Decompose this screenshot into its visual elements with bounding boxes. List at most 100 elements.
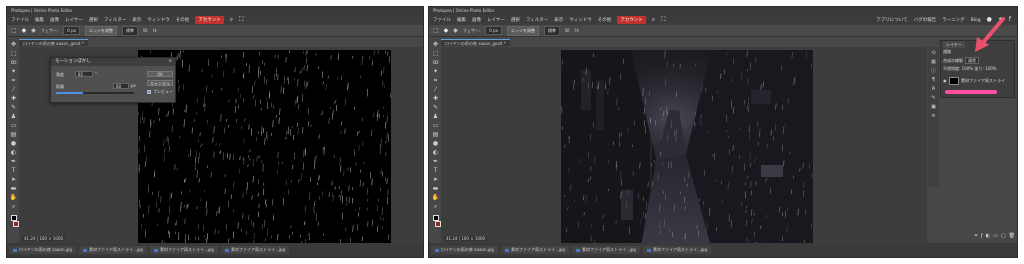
- magic-wand-icon[interactable]: ✦: [432, 69, 440, 75]
- delete-layer-icon[interactable]: 🗑: [1009, 233, 1015, 239]
- dodge-tool-icon[interactable]: ◐: [10, 150, 18, 156]
- feather-input[interactable]: 0 px: [485, 26, 503, 35]
- fill-value[interactable]: 100%: [985, 66, 996, 71]
- history-icon[interactable]: ⟲: [931, 50, 935, 56]
- menu-file[interactable]: ファイル: [433, 17, 451, 23]
- move-tool-icon[interactable]: ✥: [10, 42, 18, 48]
- effects-icon[interactable]: ƒ: [981, 233, 983, 239]
- search-icon[interactable]: ⌕: [652, 17, 655, 23]
- eraser-icon[interactable]: ▭: [10, 123, 18, 129]
- search-icon[interactable]: ⌕: [230, 17, 233, 23]
- facebook-icon[interactable]: f: [1009, 17, 1011, 23]
- angle-input[interactable]: 85: [75, 71, 93, 77]
- refine-edge-button[interactable]: エッジを調整: [85, 25, 118, 36]
- hand-tool-icon[interactable]: ✋: [432, 195, 440, 201]
- menu-filter[interactable]: フィルター: [104, 17, 126, 23]
- magic-wand-icon[interactable]: ✦: [10, 69, 18, 75]
- css-icon[interactable]: ≡: [931, 113, 935, 119]
- menu-more[interactable]: その他: [598, 17, 612, 23]
- lasso-tool-icon[interactable]: ꝏ: [10, 60, 18, 66]
- style-select[interactable]: 標準: [122, 25, 139, 36]
- document-tab[interactable]: ロイヤンの雨の夜 aaaon_good *: [19, 39, 88, 46]
- bottom-file-tab[interactable]: 素材ファイア雨ストライ...jpg: [149, 246, 218, 254]
- move-tool-icon[interactable]: ✥: [432, 42, 440, 48]
- marquee-tool-icon[interactable]: ⬚: [10, 51, 18, 57]
- bottom-file-tab[interactable]: ロイヤンの雨の夜 aaaon.jpg: [431, 246, 498, 254]
- blend-mode-select[interactable]: 通常: [965, 57, 979, 64]
- clone-stamp-icon[interactable]: ♟: [432, 114, 440, 120]
- bottom-file-tab[interactable]: 素材ファイア雨ストライ...jpg: [642, 246, 711, 254]
- distance-slider[interactable]: [56, 92, 134, 94]
- blur-tool-icon[interactable]: ●: [10, 141, 18, 147]
- hand-tool-icon[interactable]: ✋: [10, 195, 18, 201]
- healing-brush-icon[interactable]: ✚: [10, 96, 18, 102]
- crop-tool-icon[interactable]: ⌗: [432, 78, 440, 84]
- adjustment-icon[interactable]: ◐: [986, 233, 990, 239]
- swatches-icon[interactable]: ▦: [931, 59, 936, 65]
- pen-tool-icon[interactable]: ✒: [10, 159, 18, 165]
- shape-tool-icon[interactable]: ▬: [10, 186, 18, 192]
- menu-layer[interactable]: レイヤー: [65, 17, 83, 23]
- path-select-icon[interactable]: ➤: [10, 177, 18, 183]
- lasso-tool-icon[interactable]: ꝏ: [432, 60, 440, 66]
- layers-tab[interactable]: レイヤー: [943, 41, 965, 48]
- menu-edit[interactable]: 編集: [457, 17, 466, 23]
- clone-stamp-icon[interactable]: ♟: [10, 114, 18, 120]
- style-select[interactable]: 標準: [544, 25, 561, 36]
- crop-tool-icon[interactable]: ⌗: [10, 78, 18, 84]
- zoom-tool-icon[interactable]: ⌕: [432, 204, 440, 210]
- feather-input[interactable]: 0 px: [63, 26, 81, 35]
- path-select-icon[interactable]: ➤: [432, 177, 440, 183]
- paragraph-icon[interactable]: ¶: [932, 77, 935, 83]
- menu-image[interactable]: 画像: [50, 17, 59, 23]
- selection-mode-icon[interactable]: ◆: [444, 27, 449, 34]
- opacity-value[interactable]: 100%: [962, 66, 973, 71]
- menu-view[interactable]: 表示: [132, 17, 141, 23]
- blur-tool-icon[interactable]: ●: [432, 141, 440, 147]
- eraser-icon[interactable]: ▭: [432, 123, 440, 129]
- refine-edge-button[interactable]: エッジを調整: [507, 25, 540, 36]
- zoom-tool-icon[interactable]: ⌕: [10, 204, 18, 210]
- paths-tab[interactable]: 通路: [943, 49, 951, 55]
- marquee-tool-icon[interactable]: ⬚: [11, 27, 17, 34]
- menu-select[interactable]: 選択: [511, 17, 520, 23]
- account-button[interactable]: アカウント: [195, 16, 224, 24]
- folder-icon[interactable]: ▭: [993, 233, 998, 239]
- distance-input[interactable]: 60: [113, 83, 129, 89]
- brush-tool-icon[interactable]: ✎: [432, 105, 440, 111]
- link-layers-icon[interactable]: ⚭: [974, 233, 978, 239]
- shape-tool-icon[interactable]: ▬: [432, 186, 440, 192]
- learn-link[interactable]: ラーニング: [942, 17, 965, 23]
- fullscreen-icon[interactable]: ⛶: [239, 17, 243, 23]
- menu-select[interactable]: 選択: [89, 17, 98, 23]
- healing-brush-icon[interactable]: ✚: [432, 96, 440, 102]
- text-tool-icon[interactable]: T: [10, 168, 18, 174]
- bottom-file-tab[interactable]: 素材ファイア雨ストライ...jpg: [500, 246, 569, 254]
- menu-more[interactable]: その他: [176, 17, 190, 23]
- marquee-tool-icon[interactable]: ⬚: [432, 51, 440, 57]
- menu-image[interactable]: 画像: [472, 17, 481, 23]
- selection-add-icon[interactable]: ◈: [453, 27, 458, 34]
- text-tool-icon[interactable]: T: [432, 168, 440, 174]
- preview-checkbox[interactable]: [147, 90, 151, 94]
- menu-window[interactable]: ウィンドウ: [147, 17, 170, 23]
- layer-comp-icon[interactable]: ▣: [931, 104, 936, 110]
- selection-add-icon[interactable]: ◈: [31, 27, 36, 34]
- eyedropper-icon[interactable]: ⁄: [432, 87, 440, 93]
- new-layer-icon[interactable]: ▢: [1001, 233, 1006, 239]
- brush-tool-icon[interactable]: ✎: [10, 105, 18, 111]
- brush-settings-icon[interactable]: ✎: [931, 95, 935, 101]
- fullscreen-icon[interactable]: ⛶: [661, 17, 665, 23]
- dodge-tool-icon[interactable]: ◐: [432, 150, 440, 156]
- menu-layer[interactable]: レイヤー: [487, 17, 505, 23]
- pen-tool-icon[interactable]: ✒: [432, 159, 440, 165]
- gradient-tool-icon[interactable]: ▤: [432, 132, 440, 138]
- character-icon[interactable]: A: [932, 86, 935, 92]
- bottom-file-tab[interactable]: ロイヤンの雨の夜 aaaon.jpg: [9, 246, 76, 254]
- selection-mode-icon[interactable]: ◆: [22, 27, 27, 34]
- document-tab[interactable]: ロイヤンの雨の夜 aaaon_good *: [441, 39, 510, 46]
- menu-view[interactable]: 表示: [554, 17, 563, 23]
- close-icon[interactable]: ×: [168, 58, 172, 66]
- gradient-tool-icon[interactable]: ▤: [10, 132, 18, 138]
- visibility-eye-icon[interactable]: ◉: [943, 78, 947, 83]
